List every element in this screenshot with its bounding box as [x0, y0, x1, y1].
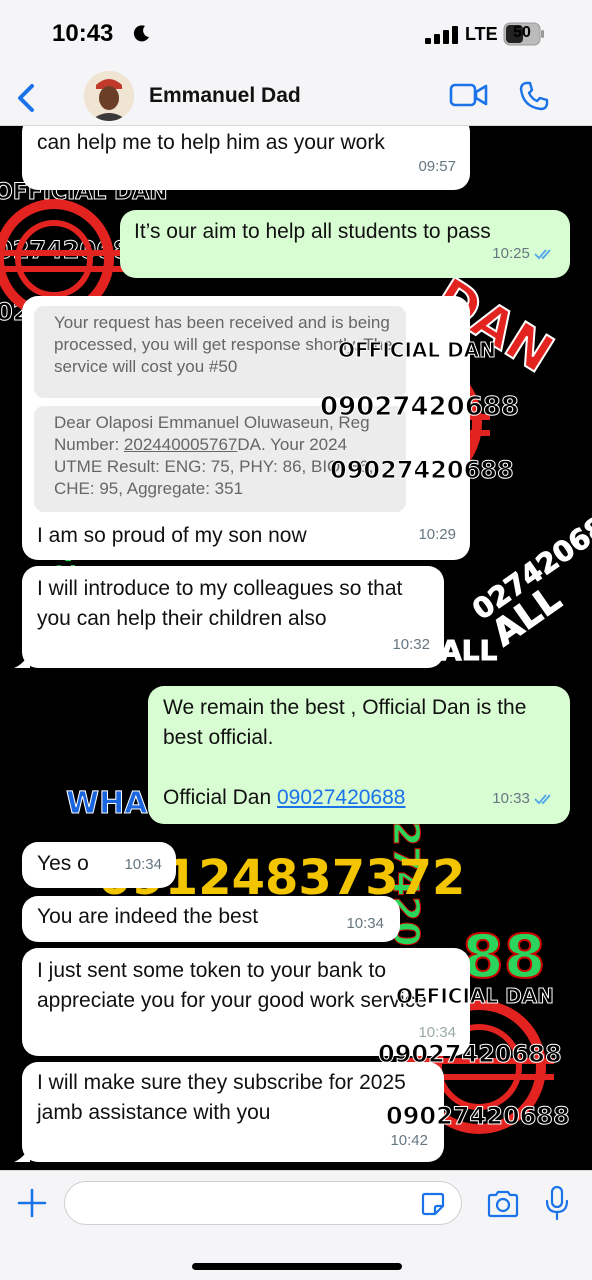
message-text: can help me to help him as your work	[37, 131, 385, 154]
watermark-phone: 09027420688	[330, 456, 515, 485]
watermark-official-dan: OFFICIAL DAN	[396, 984, 555, 1009]
message-bubble-incoming[interactable]: Your request has been received and is be…	[22, 296, 470, 560]
message-signature: Official Dan 09027420688	[163, 783, 405, 813]
network-type: LTE	[465, 24, 498, 44]
avatar[interactable]	[84, 71, 134, 121]
message-text: I will introduce to my colleagues so tha…	[37, 577, 403, 630]
phone-link[interactable]: 09027420688	[277, 786, 405, 809]
message-time: 10:42	[390, 1132, 428, 1149]
sticker-icon[interactable]	[420, 1191, 446, 1217]
watermark-phone: 09027420688	[320, 392, 520, 423]
message-bubble-incoming[interactable]: You are indeed the best 10:34	[22, 896, 400, 942]
back-chevron-icon[interactable]	[12, 78, 42, 118]
message-text: We remain the best , Official Dan is the…	[163, 696, 527, 749]
message-time: 09:57	[418, 158, 456, 175]
message-meta: 10:33	[492, 784, 556, 814]
status-time: 10:43	[52, 20, 114, 47]
message-bubble-outgoing[interactable]: It’s our aim to help all students to pas…	[120, 210, 570, 278]
reg-number: 202440005767	[123, 435, 238, 454]
message-bubble-outgoing[interactable]: We remain the best , Official Dan is the…	[148, 686, 570, 824]
message-bubble-incoming[interactable]: Yes o 10:34	[22, 842, 176, 888]
chat-header: Emmanuel Dad	[0, 70, 592, 126]
composer-bar	[0, 1170, 592, 1280]
plus-icon[interactable]	[16, 1187, 48, 1219]
video-call-icon[interactable]	[449, 81, 489, 109]
status-bar: 10:43 LTE 50	[0, 0, 592, 70]
contact-name[interactable]: Emmanuel Dad	[149, 84, 301, 108]
watermark-phone: 09027420688	[386, 1102, 571, 1131]
bubble-tail	[14, 652, 30, 668]
message-time: 10:34	[124, 856, 162, 873]
watermark-88: 88	[461, 921, 546, 993]
message-text: Yes o	[37, 852, 89, 875]
avatar-image	[84, 71, 134, 121]
message-time: 10:32	[392, 636, 430, 653]
message-time: 10:25	[492, 245, 530, 262]
message-text: I am so proud of my son now	[37, 524, 307, 547]
message-text: I just sent some token to your bank to a…	[37, 959, 427, 1012]
message-text: I will make sure they subscribe for 2025…	[37, 1071, 406, 1124]
message-time: 10:33	[492, 790, 530, 807]
message-time: 10:34	[346, 915, 384, 932]
message-text: You are indeed the best	[37, 905, 259, 928]
watermark-official-dan: OFFICIAL DAN	[338, 338, 497, 363]
mic-icon[interactable]	[544, 1185, 570, 1221]
message-bubble-incoming[interactable]: can help me to help him as your work 09:…	[22, 126, 470, 190]
phone-call-icon[interactable]	[518, 80, 550, 112]
signature-label: Official Dan	[163, 786, 277, 809]
message-bubble-incoming[interactable]: I will make sure they subscribe for 2025…	[22, 1062, 444, 1162]
chat-area[interactable]: OFFICIAL DAN 027420688 027420688 DAN ALL…	[0, 126, 592, 1170]
watermark-wha: WHA	[65, 786, 148, 822]
watermark-phone: 09027420688	[378, 1040, 563, 1069]
message-time: 10:29	[418, 526, 456, 543]
home-indicator	[192, 1263, 402, 1270]
message-input[interactable]	[64, 1181, 462, 1225]
message-bubble-incoming[interactable]: I will introduce to my colleagues so tha…	[22, 566, 444, 668]
double-check-icon	[534, 249, 551, 260]
signal-icon	[425, 26, 458, 44]
camera-icon[interactable]	[486, 1189, 520, 1219]
message-meta: 10:25	[492, 239, 556, 269]
battery-level: 50	[513, 24, 531, 41]
watermark-all: ALL	[439, 634, 498, 668]
double-check-icon	[534, 794, 551, 805]
bubble-tail	[14, 1146, 30, 1162]
moon-icon	[133, 25, 149, 42]
